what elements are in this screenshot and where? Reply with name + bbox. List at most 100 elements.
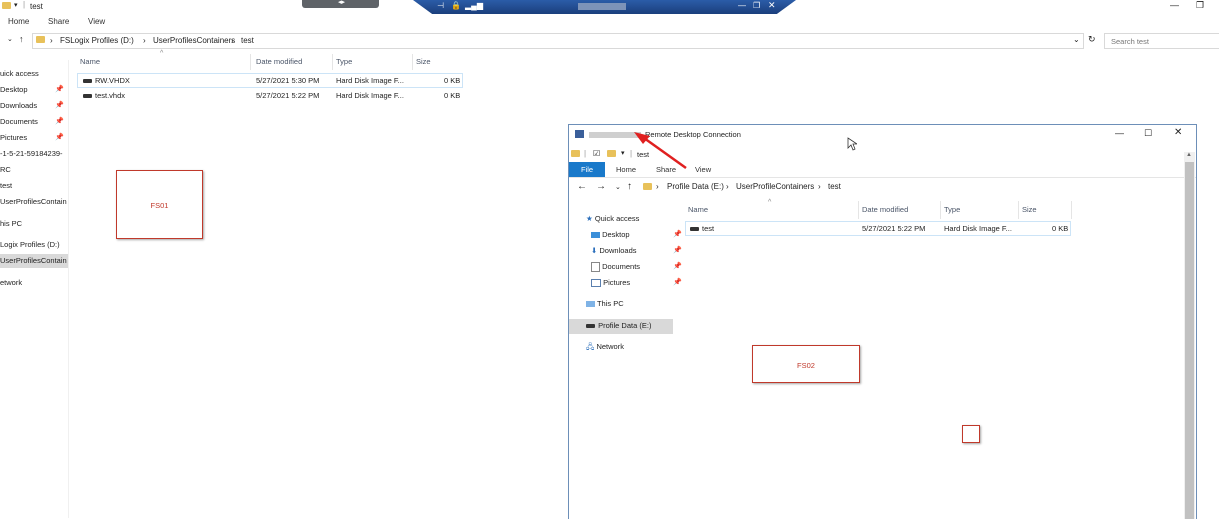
- nav-this-pc[interactable]: This PC: [586, 297, 672, 311]
- sidebar-item[interactable]: his PC: [0, 217, 68, 231]
- up-arrow-icon[interactable]: ↑: [627, 181, 632, 192]
- maximize-button[interactable]: ☐: [1144, 128, 1152, 139]
- sidebar-item[interactable]: Documents 📌: [0, 115, 68, 129]
- restore-button[interactable]: ❐: [1196, 0, 1204, 11]
- chevron-down-icon[interactable]: ⌄: [615, 183, 621, 191]
- close-button[interactable]: ✕: [1174, 127, 1182, 138]
- breadcrumb-item[interactable]: Profile Data (E:): [667, 182, 724, 191]
- table-row[interactable]: RW.VHDX 5/27/2021 5:30 PM Hard Disk Imag…: [77, 73, 463, 88]
- file-date: 5/27/2021 5:22 PM: [862, 224, 926, 233]
- qat-dropdown-icon[interactable]: ▾: [621, 149, 625, 157]
- sidebar-item-label: uick access: [0, 69, 39, 78]
- properties-icon[interactable]: ☑: [593, 149, 600, 158]
- sidebar-item[interactable]: Desktop 📌: [0, 83, 68, 97]
- signal-icon: ▂▄▆: [465, 1, 483, 10]
- breadcrumb[interactable]: › Profile Data (E:) › UserProfileContain…: [640, 181, 1180, 194]
- column-header-size[interactable]: Size: [1022, 205, 1037, 214]
- column-header-name[interactable]: Name: [688, 205, 708, 214]
- sidebar-item[interactable]: -1-5-21-59184239-: [0, 147, 68, 161]
- nav-label: Downloads: [599, 246, 637, 255]
- pin-icon[interactable]: 📌: [55, 83, 64, 97]
- sidebar-item[interactable]: Pictures 📌: [0, 131, 68, 145]
- minimize-button[interactable]: —: [1170, 0, 1179, 10]
- column-header-date[interactable]: Date modified: [862, 205, 908, 214]
- sidebar-item[interactable]: Downloads 📌: [0, 99, 68, 113]
- dropdown-arrow-icon[interactable]: ▾: [14, 1, 18, 9]
- address-dropdown-icon[interactable]: ⌄: [1073, 35, 1080, 44]
- annotation-arrow: [634, 132, 687, 170]
- breadcrumb[interactable]: › FSLogix Profiles (D:) › UserProfilesCo…: [32, 33, 1084, 49]
- sidebar-item[interactable]: UserProfilesContain: [0, 254, 68, 268]
- chevron-down-icon[interactable]: ⌄: [7, 35, 13, 43]
- tab-view[interactable]: View: [695, 165, 711, 174]
- forward-arrow-icon[interactable]: →: [596, 181, 606, 192]
- nav-label: Network: [596, 342, 624, 351]
- sidebar-item-label: UserProfilesContain: [0, 256, 67, 265]
- sidebar-item-label: -1-5-21-59184239-: [0, 149, 63, 158]
- search-input[interactable]: Search test: [1104, 33, 1219, 49]
- sidebar-item[interactable]: Logix Profiles (D:): [0, 238, 68, 252]
- nav-desktop[interactable]: Desktop 📌: [591, 228, 682, 242]
- folder-icon: [643, 183, 652, 192]
- column-header-type[interactable]: Type: [944, 205, 960, 214]
- tab-share[interactable]: Share: [48, 17, 69, 26]
- sidebar-item[interactable]: RC: [0, 163, 68, 177]
- breadcrumb-item[interactable]: test: [828, 182, 841, 191]
- scrollbar-thumb[interactable]: [1185, 162, 1194, 519]
- minimize-icon[interactable]: —: [738, 1, 746, 10]
- breadcrumb-item[interactable]: UserProfilesContainers: [153, 36, 235, 45]
- nav-downloads[interactable]: ⬇ Downloads 📌: [591, 244, 682, 258]
- scroll-up-icon[interactable]: ▲: [1186, 152, 1192, 158]
- column-header-type[interactable]: Type: [336, 57, 352, 66]
- breadcrumb-item[interactable]: UserProfileContainers: [736, 182, 814, 191]
- sidebar-item[interactable]: test: [0, 179, 68, 193]
- header-divider: [858, 201, 859, 219]
- nav-label: Documents: [602, 262, 641, 271]
- pin-icon[interactable]: 📌: [55, 115, 64, 129]
- tab-home[interactable]: Home: [8, 17, 29, 26]
- back-arrow-icon[interactable]: ←: [577, 181, 587, 192]
- nav-profile-data[interactable]: Profile Data (E:): [586, 319, 672, 333]
- column-header-date[interactable]: Date modified: [256, 57, 302, 66]
- star-icon: ★: [586, 214, 593, 223]
- remote-pin-bar[interactable]: ◂▸: [302, 0, 379, 8]
- nav-quick-access[interactable]: ★ Quick access: [586, 212, 672, 226]
- column-header-size[interactable]: Size: [416, 57, 431, 66]
- minimize-button[interactable]: —: [1115, 128, 1124, 138]
- sidebar-item[interactable]: etwork: [0, 276, 68, 290]
- sidebar-item-label: RC: [0, 165, 11, 174]
- rdp-vertical-scrollbar[interactable]: ▲: [1184, 152, 1195, 519]
- restore-icon[interactable]: ❐: [753, 1, 760, 10]
- pin-icon[interactable]: 📌: [673, 260, 682, 274]
- pin-icon[interactable]: 📌: [673, 276, 682, 290]
- up-arrow-icon[interactable]: ↑: [19, 34, 24, 44]
- table-row[interactable]: test 5/27/2021 5:22 PM Hard Disk Image F…: [685, 221, 1071, 236]
- refresh-icon[interactable]: ↻: [1088, 34, 1096, 45]
- breadcrumb-item[interactable]: FSLogix Profiles (D:): [60, 36, 134, 45]
- rdp-connection-bar[interactable]: ⊣ 🔒 ▂▄▆ — ❐ ✕: [413, 0, 796, 14]
- sidebar-item[interactable]: UserProfilesContain: [0, 195, 68, 209]
- breadcrumb-sep: ›: [143, 36, 146, 45]
- table-row[interactable]: test.vhdx 5/27/2021 5:22 PM Hard Disk Im…: [78, 89, 462, 102]
- outer-window-title: test: [30, 2, 43, 11]
- sidebar-item[interactable]: uick access: [0, 67, 68, 81]
- pin-icon[interactable]: 📌: [55, 131, 64, 145]
- nav-pictures[interactable]: Pictures 📌: [591, 276, 682, 290]
- pin-icon[interactable]: 📌: [55, 99, 64, 113]
- nav-documents[interactable]: Documents 📌: [591, 260, 682, 274]
- pin-icon[interactable]: 📌: [673, 244, 682, 258]
- column-header-name[interactable]: Name: [80, 57, 100, 66]
- sidebar-item-label: Desktop: [0, 85, 28, 94]
- file-size: 0 KB: [1052, 224, 1069, 233]
- new-folder-icon[interactable]: [607, 150, 616, 159]
- tab-view[interactable]: View: [88, 17, 105, 26]
- file-size: 0 KB: [444, 91, 461, 100]
- pin-icon[interactable]: ⊣: [437, 1, 444, 10]
- annotation-label: FS01: [150, 201, 169, 210]
- close-icon[interactable]: ✕: [768, 0, 776, 11]
- nav-network[interactable]: 🖧 Network: [586, 340, 672, 354]
- tab-file[interactable]: File: [569, 162, 605, 177]
- breadcrumb-item[interactable]: test: [241, 36, 254, 45]
- pin-icon[interactable]: 📌: [673, 228, 682, 242]
- file-size: 0 KB: [444, 76, 461, 85]
